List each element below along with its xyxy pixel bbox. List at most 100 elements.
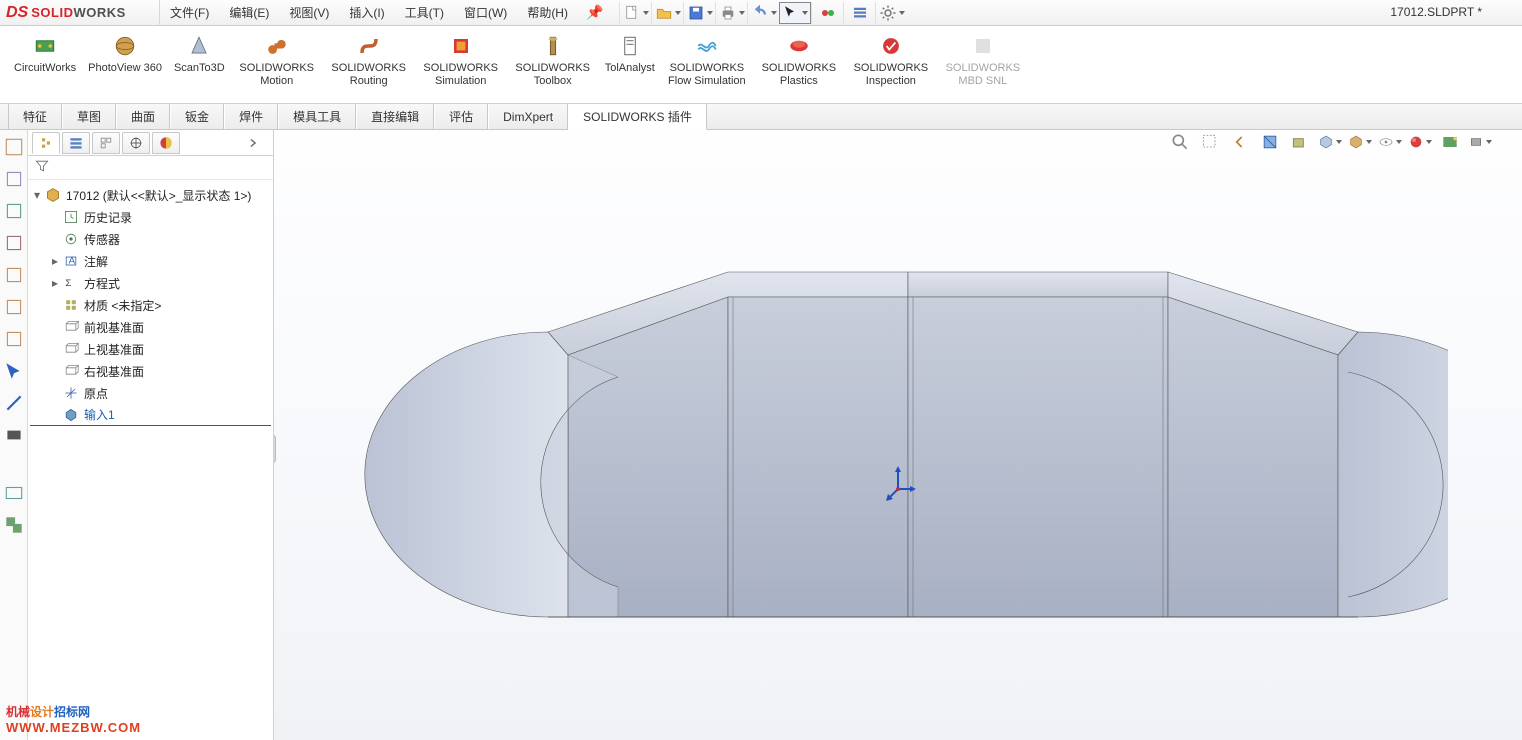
menu-help[interactable]: 帮助(H) [517,0,578,25]
open-doc-button[interactable] [651,2,683,24]
history-icon [62,208,80,226]
tree-node-0[interactable]: 历史记录 [30,206,271,228]
side-btn-8[interactable] [3,360,25,382]
tab-addins[interactable]: SOLIDWORKS 插件 [568,104,707,130]
tree-node-6[interactable]: 上视基准面 [30,338,271,360]
tree-node-9[interactable]: 输入1 [30,404,271,426]
tree-node-1[interactable]: 传感器 [30,228,271,250]
panel-splitter[interactable] [274,435,276,463]
expand-icon[interactable]: ▸ [48,254,62,268]
3d-viewport[interactable] [274,130,1522,740]
tree-node-7[interactable]: 右视基准面 [30,360,271,382]
collapse-icon[interactable]: ▾ [30,188,44,202]
rib-circuitworks[interactable]: CircuitWorks [8,30,82,77]
rebuild-button[interactable] [811,2,843,24]
rib-flowsim[interactable]: SOLIDWORKS Flow Simulation [661,30,753,90]
side-btn-9[interactable] [3,392,25,414]
work-area: ▾ 17012 (默认<<默认>_显示状态 1>) 历史记录传感器▸A注解▸Σ方… [0,130,1522,740]
side-btn-12[interactable] [3,514,25,536]
tree-node-2[interactable]: ▸A注解 [30,250,271,272]
side-btn-3[interactable] [3,200,25,222]
side-btn-2[interactable] [3,168,25,190]
tab-sheetmetal[interactable]: 钣金 [170,104,224,129]
tree-node-4[interactable]: 材质 <未指定> [30,294,271,316]
tab-surface[interactable]: 曲面 [116,104,170,129]
tree-node-label: 输入1 [84,406,115,423]
rib-tolanalyst[interactable]: TolAnalyst [599,30,661,77]
tree-root[interactable]: ▾ 17012 (默认<<默认>_显示状态 1>) [30,184,271,206]
tab-evaluate[interactable]: 评估 [434,104,488,129]
view-settings-button[interactable] [1468,130,1492,154]
rib-mbdsnl: SOLIDWORKS MBD SNL [937,30,1029,90]
menu-tools[interactable]: 工具(T) [395,0,454,25]
rib-scanto3d[interactable]: ScanTo3D [168,30,231,77]
annotation-icon: A [62,252,80,270]
side-btn-1[interactable] [3,136,25,158]
print-button[interactable] [715,2,747,24]
rib-toolbox[interactable]: SOLIDWORKS Toolbox [507,30,599,90]
tab-weldment[interactable]: 焊件 [224,104,278,129]
tree-node-8[interactable]: 原点 [30,382,271,404]
tab-moldtools[interactable]: 模具工具 [278,104,356,129]
rib-simulation[interactable]: SOLIDWORKS Simulation [415,30,507,90]
pin-icon[interactable]: 📌 [578,4,611,21]
menu-items: 文件(F) 编辑(E) 视图(V) 插入(I) 工具(T) 窗口(W) 帮助(H… [160,0,611,25]
zoom-fit-button[interactable] [1168,130,1192,154]
hide-show-button[interactable] [1378,130,1402,154]
undo-button[interactable] [747,2,779,24]
new-doc-button[interactable] [619,2,651,24]
ft-tab-property[interactable] [62,132,90,154]
rib-routing[interactable]: SOLIDWORKS Routing [323,30,415,90]
tab-sketch[interactable]: 草图 [62,104,116,129]
side-btn-4[interactable] [3,232,25,254]
prev-view-button[interactable] [1228,130,1252,154]
ft-tab-display[interactable] [152,132,180,154]
side-btn-5[interactable] [3,264,25,286]
ft-tab-tree[interactable] [32,132,60,154]
tree-node-3[interactable]: ▸Σ方程式 [30,272,271,294]
ft-tab-expand[interactable] [239,132,267,154]
tree-node-5[interactable]: 前视基准面 [30,316,271,338]
rib-photoview360[interactable]: PhotoView 360 [82,30,168,77]
menu-insert[interactable]: 插入(I) [339,0,394,25]
feature-tree: ▾ 17012 (默认<<默认>_显示状态 1>) 历史记录传感器▸A注解▸Σ方… [28,180,273,430]
side-btn-6[interactable] [3,296,25,318]
dynamic-annotation-button[interactable] [1288,130,1312,154]
ft-tab-config[interactable] [92,132,120,154]
section-view-button[interactable] [1258,130,1282,154]
menu-edit[interactable]: 编辑(E) [219,0,279,25]
scene-button[interactable] [1438,130,1462,154]
menu-window[interactable]: 窗口(W) [454,0,517,25]
appearance-button[interactable] [1408,130,1432,154]
tree-filter-row [28,156,273,180]
view-orientation-button[interactable] [1318,130,1342,154]
tree-spacer [48,232,62,246]
display-style-button[interactable] [1348,130,1372,154]
rib-inspection[interactable]: SOLIDWORKS Inspection [845,30,937,90]
svg-text:A: A [69,255,76,266]
feature-tree-panel: ▾ 17012 (默认<<默认>_显示状态 1>) 历史记录传感器▸A注解▸Σ方… [28,130,274,740]
tab-features[interactable]: 特征 [8,104,62,129]
expand-icon[interactable]: ▸ [48,276,62,290]
zoom-area-button[interactable] [1198,130,1222,154]
tab-directedit[interactable]: 直接编辑 [356,104,434,129]
select-button[interactable] [779,2,811,24]
tab-dimxpert[interactable]: DimXpert [488,104,568,129]
material-icon [62,296,80,314]
settings-button[interactable] [875,2,907,24]
tree-node-label: 右视基准面 [84,363,144,380]
menu-file[interactable]: 文件(F) [160,0,219,25]
tree-spacer [48,298,62,312]
menu-view[interactable]: 视图(V) [279,0,339,25]
side-btn-7[interactable] [3,328,25,350]
options-list-button[interactable] [843,2,875,24]
rib-motion[interactable]: SOLIDWORKS Motion [231,30,323,90]
save-button[interactable] [683,2,715,24]
side-btn-11[interactable] [3,482,25,504]
rib-plastics[interactable]: SOLIDWORKS Plastics [753,30,845,90]
tree-spacer [48,320,62,334]
menubar: DS SOLID WORKS 文件(F) 编辑(E) 视图(V) 插入(I) 工… [0,0,1522,26]
filter-icon[interactable] [34,158,50,177]
side-btn-10[interactable] [3,424,25,446]
ft-tab-dimxpert[interactable] [122,132,150,154]
